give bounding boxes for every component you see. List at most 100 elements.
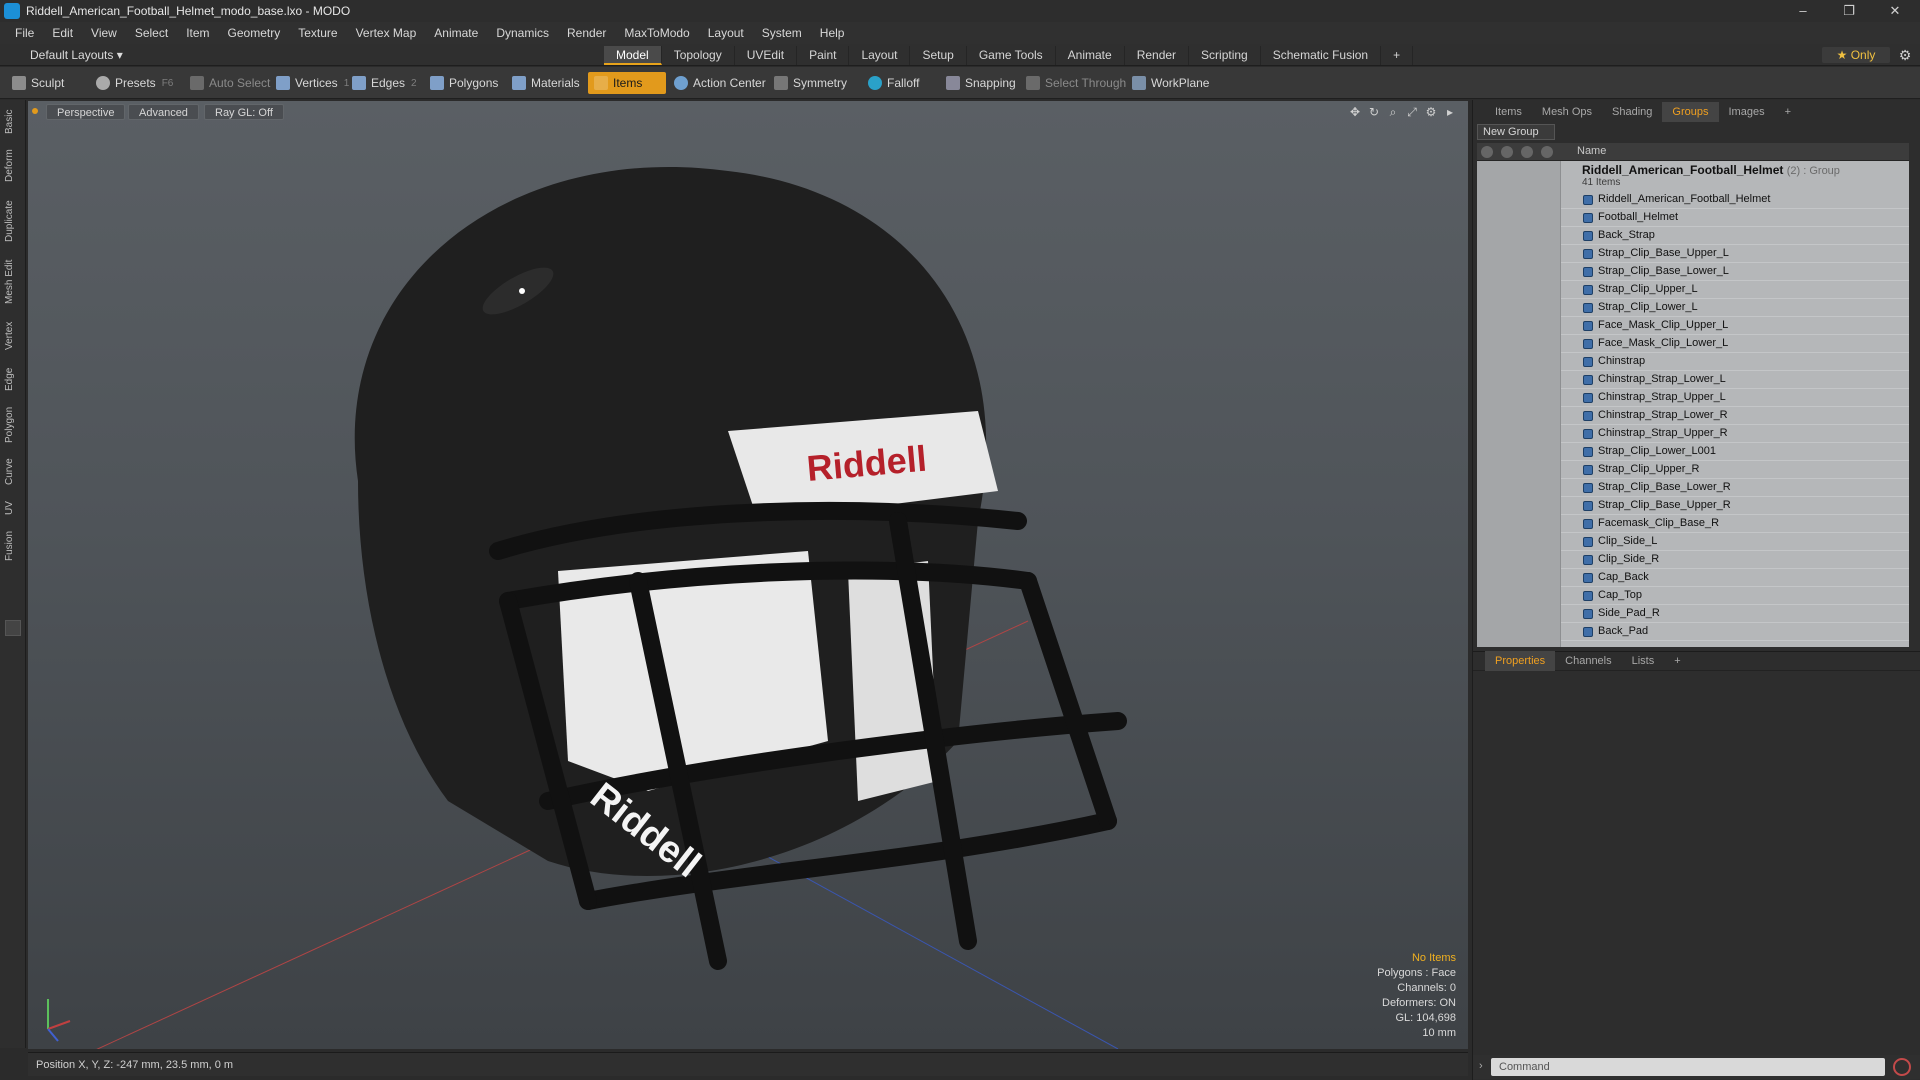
tab-deform[interactable]: Deform <box>4 144 22 188</box>
tab-render[interactable]: Render <box>1125 46 1190 65</box>
list-item[interactable]: Facemask_Clip_Base_R <box>1561 515 1909 533</box>
menu-render[interactable]: Render <box>558 22 615 44</box>
symmetry-button[interactable]: Symmetry <box>768 72 853 94</box>
group-row[interactable]: Riddell_American_Football_Helmet (2) : G… <box>1561 161 1909 191</box>
tab-layout[interactable]: Layout <box>849 46 911 65</box>
tab-items[interactable]: Items <box>1485 102 1532 122</box>
tab-fusion[interactable]: Fusion <box>4 526 22 566</box>
menu-system[interactable]: System <box>753 22 811 44</box>
falloff-button[interactable]: Falloff <box>862 72 925 94</box>
tab-images[interactable]: Images <box>1719 102 1775 122</box>
tab-properties[interactable]: Properties <box>1485 651 1556 671</box>
tab-setup[interactable]: Setup <box>910 46 967 65</box>
snapping-button[interactable]: Snapping <box>940 72 1022 94</box>
list-item[interactable]: Chinstrap_Strap_Upper_L <box>1561 389 1909 407</box>
select-column-icon[interactable] <box>1541 146 1553 158</box>
tab-game-tools[interactable]: Game Tools <box>967 46 1056 65</box>
tab-curve[interactable]: Curve <box>4 454 22 490</box>
list-item[interactable]: Chinstrap_Strap_Upper_R <box>1561 425 1909 443</box>
tab-edge[interactable]: Edge <box>4 362 22 396</box>
group-list[interactable]: Riddell_American_Football_Helmet (2) : G… <box>1477 161 1909 647</box>
menu-geometry[interactable]: Geometry <box>219 22 290 44</box>
name-column-header[interactable]: Name <box>1577 145 1606 157</box>
menu-maxtomodo[interactable]: MaxToModo <box>615 22 698 44</box>
raygl-button[interactable]: Ray GL: Off <box>204 104 284 120</box>
viewport-expand-icon[interactable]: ▸ <box>1442 104 1458 120</box>
tab-paint[interactable]: Paint <box>797 46 850 65</box>
list-item[interactable]: Strap_Clip_Base_Lower_L <box>1561 263 1909 281</box>
list-item[interactable]: Riddell_American_Football_Helmet <box>1561 191 1909 209</box>
tab-mesh-edit[interactable]: Mesh Edit <box>4 254 22 310</box>
tab-uv[interactable]: UV <box>4 496 22 520</box>
list-item[interactable]: Clip_Side_L <box>1561 533 1909 551</box>
command-history-icon[interactable] <box>1893 1058 1911 1076</box>
tab-shading[interactable]: Shading <box>1602 102 1662 122</box>
list-item[interactable]: Chinstrap_Strap_Lower_L <box>1561 371 1909 389</box>
3d-viewport[interactable]: Riddell Riddell Perspective Advanced Ray… <box>28 101 1468 1049</box>
presets-button[interactable]: Presets F6 <box>90 72 179 94</box>
gear-icon[interactable]: ⚙ <box>1896 46 1914 64</box>
layout-selector[interactable]: Default Layouts ▾ <box>10 47 123 63</box>
command-input[interactable]: Command <box>1491 1058 1885 1076</box>
list-item[interactable]: Back_Strap <box>1561 227 1909 245</box>
toolbox-toggle[interactable] <box>5 620 21 636</box>
list-item[interactable]: Strap_Clip_Lower_L <box>1561 299 1909 317</box>
only-toggle[interactable]: ★ Only <box>1822 47 1890 63</box>
viewport-menu-dot[interactable] <box>32 108 38 114</box>
list-item[interactable]: Clip_Side_R <box>1561 551 1909 569</box>
list-item[interactable]: Cap_Top <box>1561 587 1909 605</box>
list-item[interactable]: Strap_Clip_Upper_R <box>1561 461 1909 479</box>
list-item[interactable]: Chinstrap_Strap_Lower_R <box>1561 407 1909 425</box>
menu-view[interactable]: View <box>82 22 126 44</box>
tab-mesh-ops[interactable]: Mesh Ops <box>1532 102 1602 122</box>
tab-model[interactable]: Model <box>604 46 662 65</box>
action-center-button[interactable]: Action Center <box>668 72 772 94</box>
list-item[interactable]: Cap_Back <box>1561 569 1909 587</box>
auto-select-button[interactable]: Auto Select <box>184 72 276 94</box>
zoom-view-icon[interactable]: ⌕ <box>1385 104 1401 120</box>
menu-dynamics[interactable]: Dynamics <box>487 22 558 44</box>
add-list-tab-button[interactable]: + <box>1775 102 1801 122</box>
lock-column-icon[interactable] <box>1501 146 1513 158</box>
select-through-button[interactable]: Select Through <box>1020 72 1132 94</box>
list-item[interactable]: Strap_Clip_Base_Upper_R <box>1561 497 1909 515</box>
menu-help[interactable]: Help <box>811 22 854 44</box>
maximize-button[interactable]: ❐ <box>1826 0 1872 22</box>
add-tab-button[interactable]: + <box>1381 46 1414 65</box>
list-item[interactable]: Back_Pad <box>1561 623 1909 641</box>
menu-animate[interactable]: Animate <box>425 22 487 44</box>
tab-topology[interactable]: Topology <box>662 46 735 65</box>
list-item[interactable]: Chinstrap <box>1561 353 1909 371</box>
tab-lists[interactable]: Lists <box>1622 651 1665 671</box>
items-button[interactable]: Items <box>588 72 666 94</box>
polygons-button[interactable]: Polygons <box>424 72 504 94</box>
view-type-button[interactable]: Perspective <box>46 104 126 120</box>
add-props-tab-button[interactable]: + <box>1664 651 1690 671</box>
rotate-view-icon[interactable]: ↻ <box>1366 104 1382 120</box>
tab-basic[interactable]: Basic <box>4 106 22 138</box>
tab-polygon[interactable]: Polygon <box>4 402 22 448</box>
tab-scripting[interactable]: Scripting <box>1189 46 1261 65</box>
move-view-icon[interactable]: ✥ <box>1347 104 1363 120</box>
tab-animate[interactable]: Animate <box>1056 46 1125 65</box>
tab-channels[interactable]: Channels <box>1555 651 1621 671</box>
list-item[interactable]: Face_Mask_Clip_Lower_L <box>1561 335 1909 353</box>
tab-vertex[interactable]: Vertex <box>4 316 22 356</box>
list-item[interactable]: Football_Helmet <box>1561 209 1909 227</box>
fit-view-icon[interactable]: ⤢ <box>1404 104 1420 120</box>
viewport-settings-icon[interactable]: ⚙ <box>1423 104 1439 120</box>
tab-groups[interactable]: Groups <box>1662 102 1719 122</box>
list-item[interactable]: Strap_Clip_Base_Lower_R <box>1561 479 1909 497</box>
workplane-button[interactable]: WorkPlane <box>1126 72 1215 94</box>
list-item[interactable]: Side_Pad_R <box>1561 605 1909 623</box>
render-column-icon[interactable] <box>1521 146 1533 158</box>
menu-layout[interactable]: Layout <box>699 22 753 44</box>
list-item[interactable]: Strap_Clip_Base_Upper_L <box>1561 245 1909 263</box>
menu-texture[interactable]: Texture <box>289 22 346 44</box>
close-button[interactable]: ✕ <box>1872 0 1918 22</box>
list-item[interactable]: Face_Mask_Clip_Upper_L <box>1561 317 1909 335</box>
tab-schematic-fusion[interactable]: Schematic Fusion <box>1261 46 1382 65</box>
menu-edit[interactable]: Edit <box>43 22 82 44</box>
vertices-button[interactable]: Vertices 1 <box>270 72 355 94</box>
shading-button[interactable]: Advanced <box>128 104 199 120</box>
